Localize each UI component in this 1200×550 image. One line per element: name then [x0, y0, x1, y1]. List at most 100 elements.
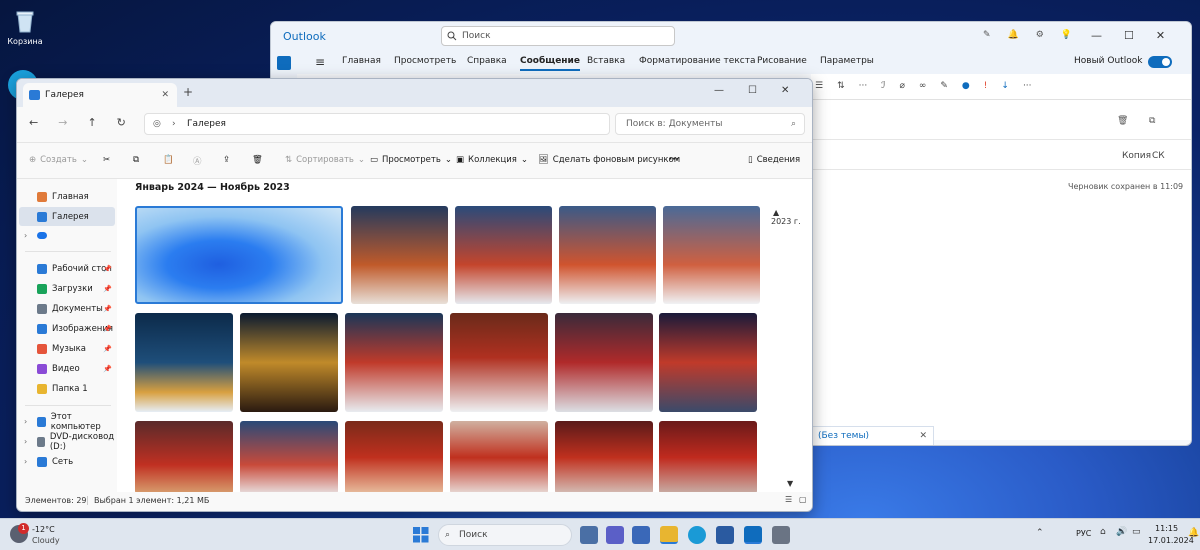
remote-desktop-icon[interactable] — [772, 526, 790, 544]
nav-item-folder1[interactable]: Папка 1 — [19, 379, 115, 398]
attach-icon[interactable]: ⌀ — [899, 81, 904, 91]
nav-item-home[interactable]: Главная — [19, 187, 115, 206]
tab-draw[interactable]: Рисование — [757, 56, 807, 66]
nav-item-documents[interactable]: Документы 📌 — [19, 299, 115, 318]
refresh-icon[interactable]: ↻ — [117, 116, 126, 129]
nav-item-videos[interactable]: Видео 📌 — [19, 359, 115, 378]
styles-icon[interactable]: ℐ — [881, 81, 885, 91]
gallery-thumbnail[interactable] — [345, 313, 443, 412]
view-button[interactable]: ▭ Просмотреть ⌄ — [370, 155, 452, 165]
tab-insert[interactable]: Вставка — [587, 56, 625, 66]
more-ribbon-icon[interactable]: ··· — [1023, 81, 1032, 91]
gallery-thumbnail[interactable] — [450, 421, 548, 494]
gallery-thumbnail-windows-bloom[interactable] — [135, 206, 343, 304]
more-icon[interactable]: ··· — [859, 81, 868, 91]
teams-icon[interactable] — [606, 526, 624, 544]
pin-icon[interactable]: 📌 — [103, 345, 112, 353]
set-wallpaper-button[interactable]: 🖼 Сделать фоновым рисунком — [538, 155, 680, 165]
maximize-button[interactable]: ☐ — [748, 85, 757, 96]
discard-icon[interactable]: 🗑 — [1117, 116, 1128, 126]
task-view-icon[interactable] — [580, 526, 598, 544]
popout-icon[interactable]: ⧉ — [1149, 116, 1155, 126]
gear-icon[interactable]: ⚙ — [1036, 30, 1044, 40]
pin-icon[interactable]: 📌 — [103, 365, 112, 373]
gallery-thumbnail[interactable] — [555, 313, 653, 412]
tab-message[interactable]: Сообщение — [520, 56, 580, 71]
explorer-tab-gallery[interactable]: Галерея ✕ — [23, 83, 177, 107]
dictate-icon[interactable]: ● — [962, 81, 970, 91]
nav-item-dvd[interactable]: › DVD-дисковод (D:) — [19, 432, 115, 452]
pin-icon[interactable]: 📌 — [103, 285, 112, 293]
up-icon[interactable]: ↑ — [87, 116, 96, 129]
start-icon[interactable] — [413, 527, 429, 543]
edge-icon[interactable] — [688, 526, 706, 544]
gallery-thumbnail[interactable] — [663, 206, 760, 304]
importance-high-icon[interactable]: ! — [984, 81, 988, 91]
tab-view[interactable]: Просмотреть — [394, 56, 456, 66]
back-icon[interactable]: ← — [29, 116, 38, 129]
volume-icon[interactable]: 🔊 — [1116, 527, 1127, 537]
hamburger-icon[interactable]: ≡ — [315, 55, 325, 69]
signature-icon[interactable]: ✎ — [940, 81, 948, 91]
bullets-icon[interactable]: ☰ — [815, 81, 823, 91]
new-outlook-toggle[interactable] — [1148, 56, 1172, 68]
align-icon[interactable]: ⇅ — [837, 81, 845, 91]
list-view-icon[interactable]: ☰ — [785, 495, 792, 504]
gallery-thumbnail[interactable] — [450, 313, 548, 412]
nav-item-desktop[interactable]: Рабочий стол 📌 — [19, 259, 115, 278]
teams-meet-icon[interactable] — [632, 526, 650, 544]
bcc-button[interactable]: СК — [1152, 151, 1165, 161]
close-button[interactable]: ✕ — [1156, 29, 1165, 42]
clock-time[interactable]: 11:15 — [1155, 524, 1178, 533]
cc-button[interactable]: Копия — [1122, 151, 1151, 161]
recycle-bin[interactable]: Корзина — [4, 8, 46, 46]
mail-icon[interactable] — [277, 56, 291, 70]
details-button[interactable]: ▯ Сведения — [748, 155, 800, 165]
pin-icon[interactable]: 📌 — [103, 305, 112, 313]
nav-item-network[interactable]: › Сеть — [19, 452, 115, 471]
gallery-thumbnail[interactable] — [135, 313, 233, 412]
minimize-button[interactable]: — — [1091, 29, 1102, 42]
close-draft-icon[interactable]: ✕ — [919, 427, 927, 445]
file-explorer-icon[interactable] — [660, 526, 678, 544]
close-tab-icon[interactable]: ✕ — [161, 83, 169, 107]
copy-icon[interactable]: ⧉ — [133, 155, 139, 165]
tab-format-text[interactable]: Форматирование текста — [639, 56, 755, 66]
battery-icon[interactable]: ▭ — [1132, 527, 1141, 537]
more-options-icon[interactable]: ··· — [669, 155, 679, 165]
nav-item-downloads[interactable]: Загрузки 📌 — [19, 279, 115, 298]
minimize-button[interactable]: — — [714, 85, 724, 96]
timeline-scroll-up-icon[interactable]: ▲ — [773, 208, 779, 217]
network-tray-icon[interactable]: ⌂ — [1100, 527, 1106, 537]
nav-item-gallery[interactable]: Галерея — [19, 207, 115, 226]
notifications-icon[interactable]: 🔔 — [1188, 528, 1199, 538]
gallery-thumbnail[interactable] — [659, 421, 757, 494]
nav-item-this-pc[interactable]: › Этот компьютер — [19, 412, 115, 432]
compose-icon[interactable]: ✎ — [983, 30, 991, 40]
sort-button[interactable]: ⇅ Сортировать ⌄ — [285, 155, 365, 165]
tab-home[interactable]: Главная — [342, 56, 381, 66]
outlook-icon[interactable] — [744, 526, 762, 544]
gallery-thumbnail[interactable] — [455, 206, 552, 304]
input-language[interactable]: РУС — [1076, 529, 1091, 538]
forward-icon[interactable]: → — [58, 116, 67, 129]
tile-view-icon[interactable]: ▢ — [799, 495, 807, 504]
cut-icon[interactable]: ✂ — [103, 155, 110, 165]
gallery-thumbnail[interactable] — [559, 206, 656, 304]
link-icon[interactable]: ∞ — [919, 81, 927, 91]
collection-button[interactable]: ▣ Коллекция ⌄ — [456, 155, 528, 165]
close-button[interactable]: ✕ — [781, 85, 789, 96]
gallery-thumbnail[interactable] — [351, 206, 448, 304]
importance-low-icon[interactable]: ↓ — [1001, 81, 1009, 91]
pin-icon[interactable]: 📌 — [103, 325, 112, 333]
paste-icon[interactable]: 📋 — [163, 155, 174, 165]
pin-icon[interactable]: 📌 — [103, 265, 112, 273]
rename-icon[interactable]: Ⓐ — [193, 155, 202, 167]
maximize-button[interactable]: ☐ — [1124, 29, 1134, 42]
timeline-scroll-down-icon[interactable]: ▼ — [787, 479, 793, 488]
delete-icon[interactable]: 🗑 — [252, 155, 263, 165]
gallery-thumbnail[interactable] — [555, 421, 653, 494]
address-bar[interactable]: ◎ › Галерея — [144, 113, 610, 135]
nav-item-onedrive[interactable]: › — [19, 226, 115, 245]
gallery-thumbnail[interactable] — [240, 421, 338, 494]
